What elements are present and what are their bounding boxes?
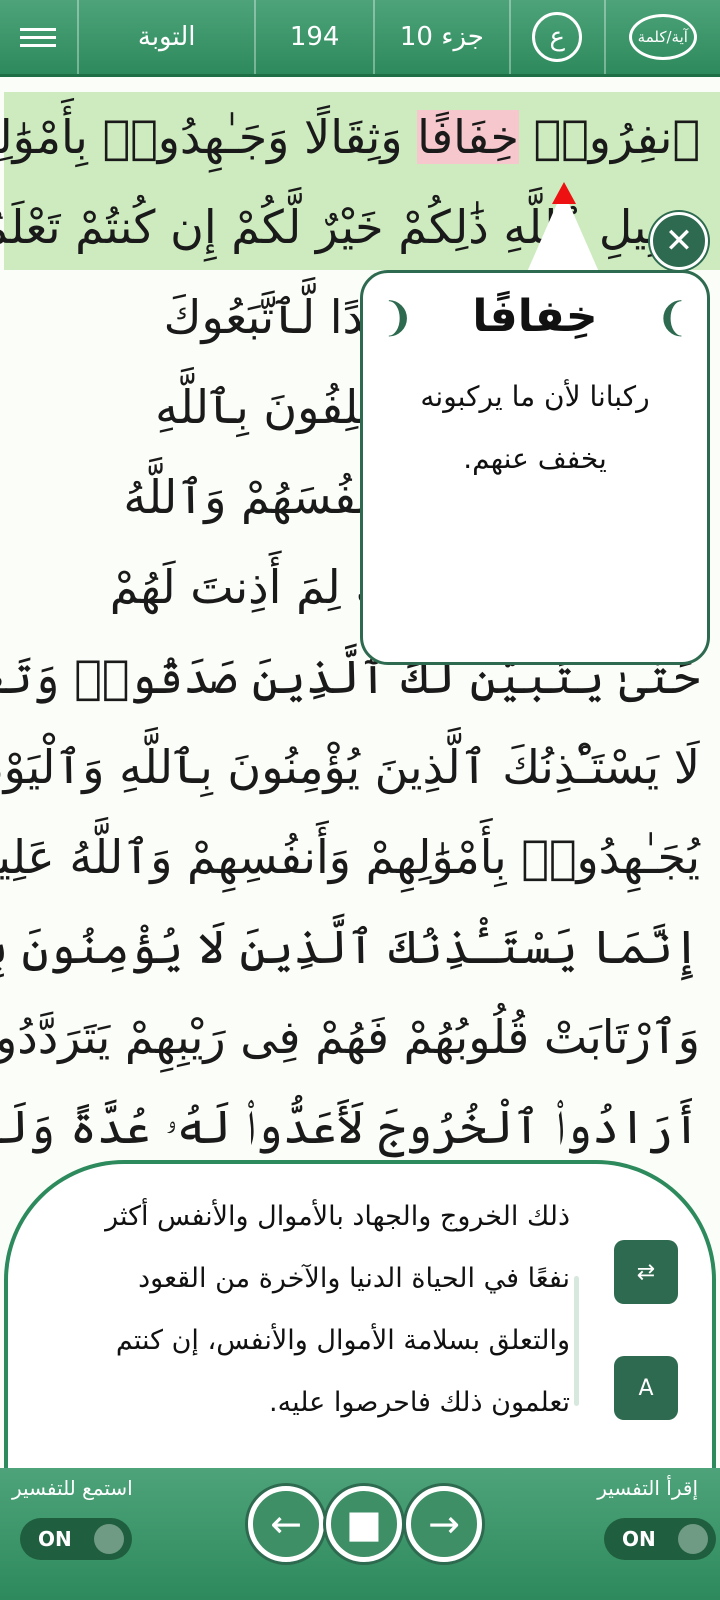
menu-button[interactable] <box>0 0 79 74</box>
close-icon: ✕ <box>664 221 694 261</box>
arrow-left-icon: ← <box>270 1502 302 1546</box>
translate-icon: ⇄ <box>636 1259 656 1285</box>
verse-line-end[interactable]: وَثِقَالًا وَجَـٰهِدُوا۟ بِأَمْوَٰلِكُمْ… <box>0 110 417 164</box>
ornament-left-icon: ❨ <box>381 295 415 341</box>
close-button[interactable]: ✕ <box>650 212 708 270</box>
mushaf-line[interactable]: سَبِيلِ ٱللَّهِ ذَٰلِكُمْ خَيْرٌ لَّكُمْ… <box>0 182 720 272</box>
page-number[interactable]: 194 <box>256 0 375 74</box>
listen-toggle-state: ON <box>38 1527 72 1551</box>
mode-toggle-button[interactable]: آية/كلمة <box>606 0 720 74</box>
listen-tafsir-label: استمع للتفسير <box>12 1476 133 1500</box>
menu-icon <box>20 23 57 52</box>
font-size-icon: A <box>638 1375 654 1401</box>
tafsir-scrollbar[interactable] <box>574 1276 579 1406</box>
arrow-right-icon: → <box>428 1502 460 1546</box>
previous-button[interactable]: ← <box>248 1486 324 1562</box>
stop-icon: ■ <box>346 1502 382 1546</box>
mushaf-line[interactable]: ٱنفِرُوا۟ خِفَافًا وَثِقَالًا وَجَـٰهِدُ… <box>0 92 720 182</box>
mode-logo-icon: آية/كلمة <box>628 14 697 60</box>
listen-tafsir-toggle[interactable]: ON <box>20 1518 132 1560</box>
toggle-knob <box>94 1524 124 1554</box>
toggle-knob <box>678 1524 708 1554</box>
word-meaning-popup: ❨ ❩ خِفافًا ركبانا لأن ما يركبونه يخفف ع… <box>360 270 710 665</box>
mushaf-line[interactable]: وَٱرْتَابَتْ قُلُوبُهُمْ فَهُمْ فِى رَيْ… <box>0 992 720 1082</box>
stop-button[interactable]: ■ <box>326 1486 402 1562</box>
mushaf-line[interactable]: لَا يَسْتَـْٔذِنُكَ ٱلَّذِينَ يُؤْمِنُون… <box>0 722 720 812</box>
popup-definition: ركبانا لأن ما يركبونه يخفف عنهم. <box>420 380 650 475</box>
mushaf-line[interactable]: يُجَـٰهِدُوا۟ بِأَمْوَٰلِهِمْ وَأَنفُسِه… <box>0 812 720 902</box>
top-bar: التوبة 194 جزء 10 ع آية/كلمة <box>0 0 720 77</box>
mushaf-line[interactable]: إِنَّمَا يَسْتَـْٔذِنُكَ ٱلَّذِينَ لَا ي… <box>0 902 720 992</box>
next-button[interactable]: → <box>406 1486 482 1562</box>
tafsir-text: ذلك الخروج والجهاد بالأموال والأنفس أكثر… <box>105 1201 570 1418</box>
verse-line-start[interactable]: ٱنفِرُوا۟ <box>519 110 701 164</box>
selected-word[interactable]: خِفَافًا <box>417 110 519 164</box>
translate-button[interactable]: ⇄ <box>614 1240 678 1304</box>
read-toggle-state: ON <box>622 1527 656 1551</box>
juz-number[interactable]: جزء 10 <box>375 0 511 74</box>
ayn-icon: ع <box>532 12 583 62</box>
mushaf-line[interactable]: أَرَادُوا۟ ٱلْخُرُوجَ لَأَعَدُّوا۟ لَهُۥ… <box>0 1082 720 1172</box>
ornament-right-icon: ❩ <box>655 295 689 341</box>
font-size-button[interactable]: A <box>614 1356 678 1420</box>
read-tafsir-toggle[interactable]: ON <box>604 1518 716 1560</box>
surah-name[interactable]: التوبة <box>79 0 257 74</box>
read-tafsir-label: إقرأ التفسير <box>597 1476 698 1500</box>
ayn-button[interactable]: ع <box>511 0 606 74</box>
word-marker-icon <box>552 182 576 204</box>
